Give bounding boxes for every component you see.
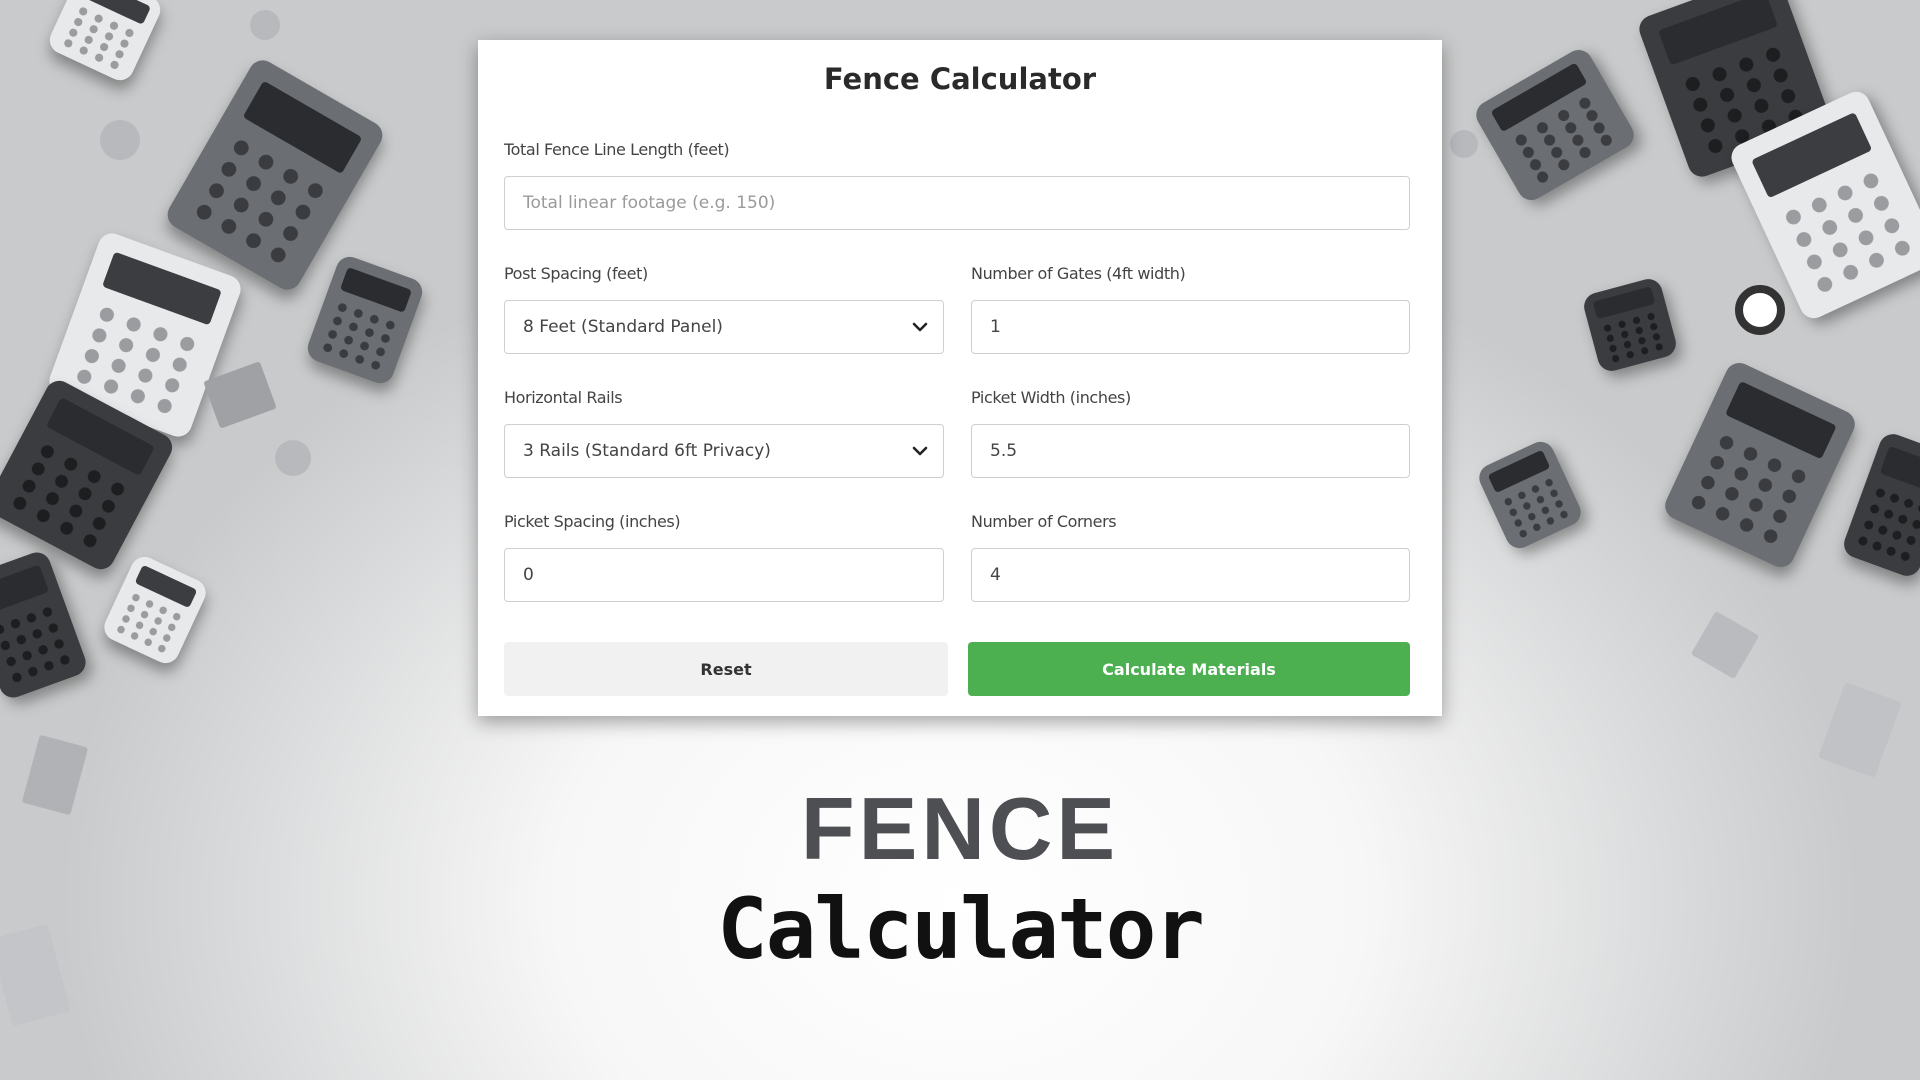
picket-width-value: 5.5 [990,441,1018,461]
fence-calculator-form: Fence Calculator Total Fence Line Length… [478,40,1442,716]
chevron-down-icon [912,322,928,332]
debris-illustration [100,120,140,160]
gates-value: 1 [990,317,1001,337]
picket-spacing-value: 0 [523,565,534,585]
debris-illustration [1818,682,1902,778]
calculator-illustration [1471,44,1639,206]
corners-label: Number of Corners [971,512,1117,531]
calculator-illustration [1840,430,1920,580]
rails-label: Horizontal Rails [504,388,623,407]
form-title: Fence Calculator [823,62,1097,96]
calculator-illustration [0,548,90,702]
gates-input[interactable]: 1 [971,300,1410,354]
picket-width-label: Picket Width (inches) [971,388,1131,407]
debris-illustration [1735,285,1785,335]
post-spacing-label: Post Spacing (feet) [504,264,648,283]
calculator-illustration [303,252,427,388]
calculator-illustration [99,552,211,668]
debris-illustration [275,440,311,476]
debris-illustration [250,10,280,40]
post-spacing-value: 8 Feet (Standard Panel) [523,317,723,337]
corners-value: 4 [990,565,1001,585]
gates-label: Number of Gates (4ft width) [971,264,1186,283]
calculator-illustration [1660,358,1860,572]
total-length-input[interactable]: Total linear footage (e.g. 150) [504,176,1410,230]
debris-illustration [1450,130,1478,158]
calculate-materials-button[interactable]: Calculate Materials [968,642,1410,696]
picket-spacing-label: Picket Spacing (inches) [504,512,681,531]
rails-value: 3 Rails (Standard 6ft Privacy) [523,441,771,461]
total-length-placeholder: Total linear footage (e.g. 150) [523,193,776,213]
calculator-illustration [1474,437,1586,553]
corners-input[interactable]: 4 [971,548,1410,602]
picket-width-input[interactable]: 5.5 [971,424,1410,478]
debris-illustration [1690,610,1760,680]
banner-subheading: Calculator [717,880,1205,978]
debris-illustration [203,361,277,429]
chevron-down-icon [912,446,928,456]
rails-select[interactable]: 3 Rails (Standard 6ft Privacy) [504,424,944,478]
post-spacing-select[interactable]: 8 Feet (Standard Panel) [504,300,944,354]
calculator-illustration [1581,276,1679,374]
picket-spacing-input[interactable]: 0 [504,548,944,602]
reset-button[interactable]: Reset [504,642,948,696]
banner-heading: FENCE [800,779,1120,878]
total-length-label: Total Fence Line Length (feet) [504,140,730,159]
calculator-illustration [45,0,165,85]
